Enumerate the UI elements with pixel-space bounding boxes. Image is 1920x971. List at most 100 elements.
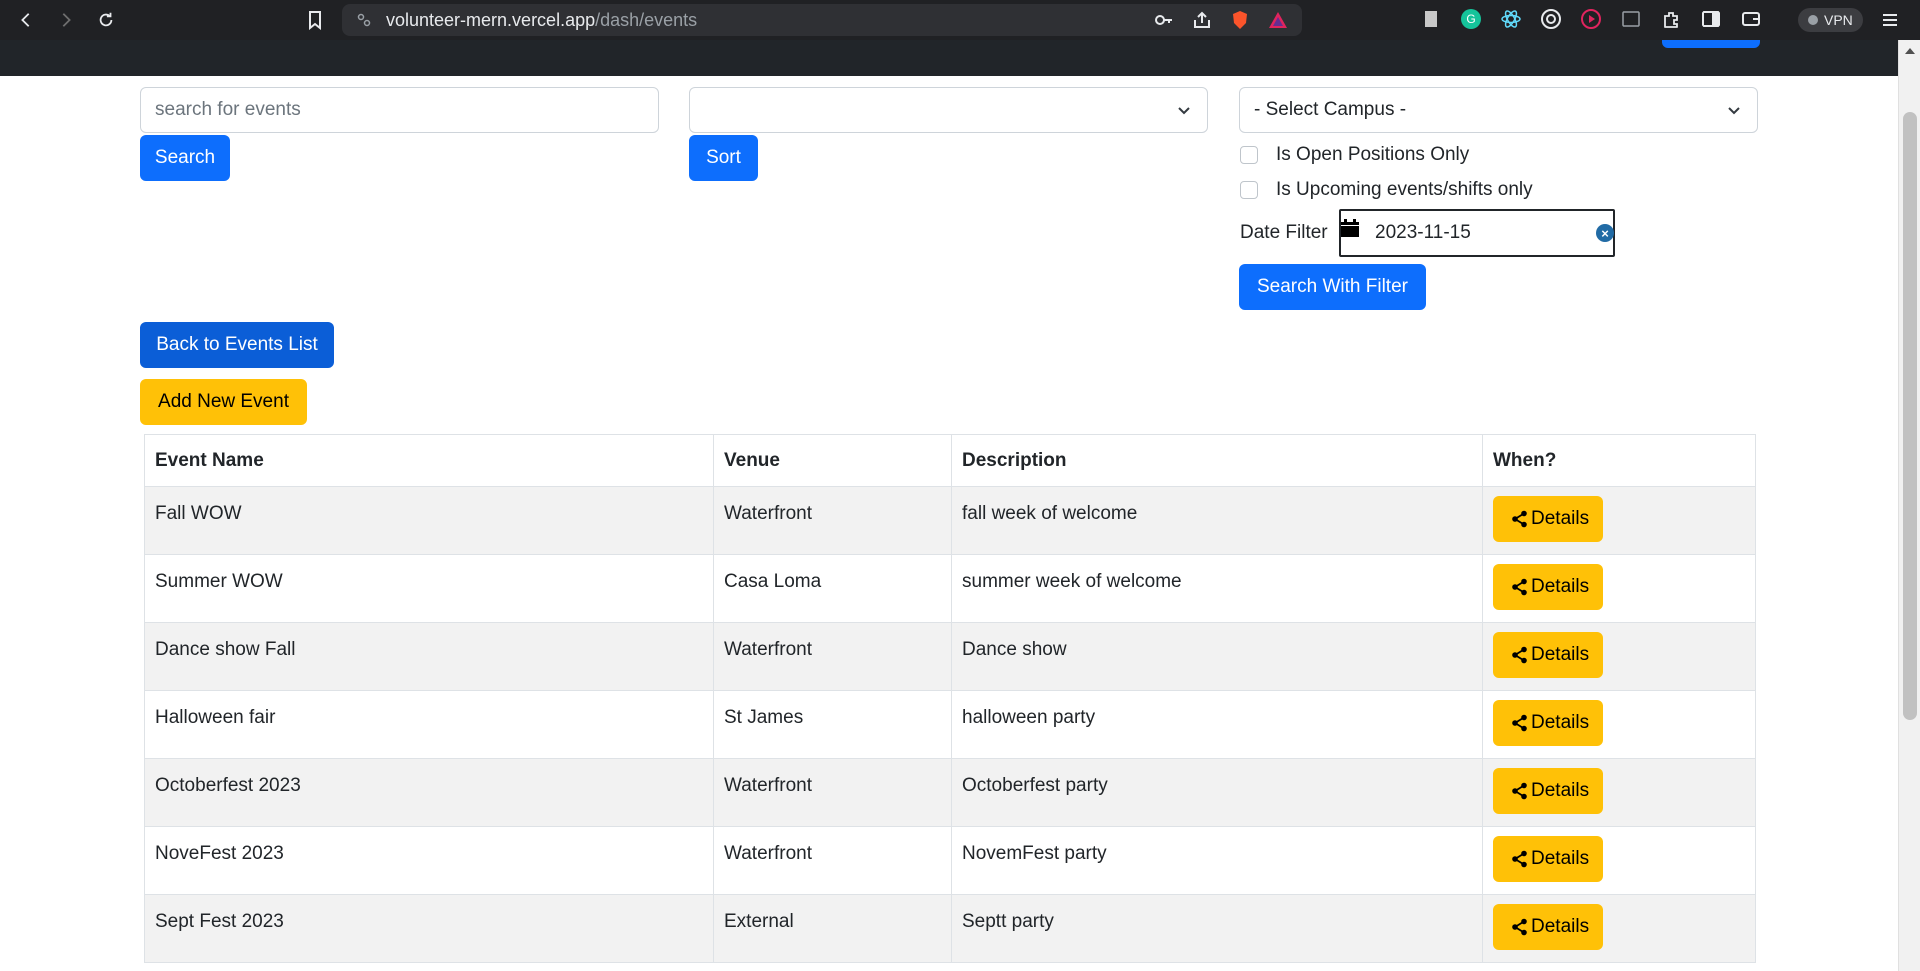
share-icon <box>1512 646 1527 664</box>
target-extension-icon[interactable] <box>1540 8 1562 30</box>
scroll-up-arrow-icon[interactable] <box>1905 48 1915 54</box>
page-scrollbar[interactable] <box>1898 40 1920 971</box>
scrollbar-thumb[interactable] <box>1903 112 1917 720</box>
details-button[interactable]: Details <box>1493 904 1604 950</box>
details-button[interactable]: Details <box>1493 768 1604 814</box>
chevron-down-icon <box>1178 107 1190 115</box>
upcoming-filter[interactable]: Is Upcoming events/shifts only <box>1240 179 1533 201</box>
column-header-when: When? <box>1482 434 1756 487</box>
clear-date-icon[interactable]: × <box>1596 224 1614 242</box>
sort-select[interactable] <box>689 87 1208 133</box>
cell-description: Dance show <box>951 622 1483 691</box>
cell-when: Details <box>1482 826 1756 895</box>
brave-shield-icon[interactable] <box>1230 10 1250 30</box>
share-icon <box>1512 714 1527 732</box>
cell-name: Summer WOW <box>144 554 714 623</box>
video-extension-icon[interactable] <box>1580 8 1602 30</box>
cell-venue: Waterfront <box>713 622 952 691</box>
open-positions-filter[interactable]: Is Open Positions Only <box>1240 144 1469 166</box>
screenshot-extension-icon[interactable] <box>1620 8 1642 30</box>
search-input-field[interactable] <box>155 99 644 121</box>
cell-when: Details <box>1482 554 1756 623</box>
campus-select[interactable]: - Select Campus - <box>1239 87 1758 133</box>
back-to-events-button[interactable]: Back to Events List <box>140 322 334 368</box>
cell-description: NovemFest party <box>951 826 1483 895</box>
menu-icon[interactable] <box>1880 10 1900 30</box>
search-input[interactable] <box>140 87 659 133</box>
details-label: Details <box>1531 780 1590 801</box>
cell-when: Details <box>1482 894 1756 963</box>
table-row: NoveFest 2023 Waterfront NovemFest party De… <box>144 826 1756 895</box>
cell-name: Dance show Fall <box>144 622 714 691</box>
table-row: Dance show Fall Waterfront Dance show Detai… <box>144 622 1756 691</box>
url-host: volunteer-mern.vercel.app <box>386 9 596 30</box>
date-filter-label: Date Filter <box>1240 222 1328 243</box>
cell-venue: Waterfront <box>713 486 952 555</box>
navbar-button[interactable] <box>1662 40 1760 48</box>
cell-description: fall week of welcome <box>951 486 1483 555</box>
site-settings-icon[interactable] <box>356 12 372 28</box>
column-header-event-name: Event Name <box>144 434 714 487</box>
back-nav-icon[interactable] <box>6 0 46 40</box>
cell-when: Details <box>1482 690 1756 759</box>
cell-description: summer week of welcome <box>951 554 1483 623</box>
share-icon <box>1512 850 1527 868</box>
details-button[interactable]: Details <box>1493 700 1604 746</box>
bookmark-icon[interactable] <box>305 10 325 30</box>
calendar-icon[interactable] <box>1340 218 1360 238</box>
cell-description: halloween party <box>951 690 1483 759</box>
date-filter-input[interactable]: 2023-11-15 <box>1339 209 1615 257</box>
details-button[interactable]: Details <box>1493 632 1604 678</box>
sidebar-toggle-icon[interactable] <box>1700 8 1722 30</box>
details-label: Details <box>1531 508 1590 529</box>
brave-rewards-icon[interactable] <box>1268 10 1288 30</box>
column-header-description: Description <box>951 434 1483 487</box>
wallet-icon[interactable] <box>1740 8 1762 30</box>
open-positions-checkbox[interactable] <box>1240 146 1258 164</box>
details-label: Details <box>1531 576 1590 597</box>
upcoming-checkbox[interactable] <box>1240 181 1258 199</box>
document-extension-icon[interactable] <box>1420 8 1442 30</box>
table-row: Summer WOW Casa Loma summer week of welcom… <box>144 554 1756 623</box>
search-with-filter-button[interactable]: Search With Filter <box>1239 264 1426 310</box>
address-bar[interactable]: volunteer-mern.vercel.app/dash/events <box>342 4 1302 36</box>
site-navbar <box>0 40 1898 76</box>
cell-venue: St James <box>713 690 952 759</box>
share-icon <box>1512 510 1527 528</box>
cell-venue: Waterfront <box>713 826 952 895</box>
grammarly-icon[interactable]: G <box>1460 8 1482 30</box>
sort-button[interactable]: Sort <box>689 135 758 181</box>
table-row: Halloween fair St James halloween party Det… <box>144 690 1756 759</box>
share-page-icon[interactable] <box>1192 10 1212 30</box>
cell-when: Details <box>1482 758 1756 827</box>
url-path: /dash/events <box>595 9 698 30</box>
key-icon[interactable] <box>1154 10 1174 30</box>
details-label: Details <box>1531 644 1590 665</box>
details-button[interactable]: Details <box>1493 496 1604 542</box>
vpn-button[interactable]: VPN <box>1798 8 1863 32</box>
add-new-event-button[interactable]: Add New Event <box>140 379 307 425</box>
cell-name: Octoberfest 2023 <box>144 758 714 827</box>
share-icon <box>1512 918 1527 936</box>
date-filter-value: 2023-11-15 <box>1375 222 1471 243</box>
details-button[interactable]: Details <box>1493 836 1604 882</box>
forward-nav-icon[interactable] <box>46 0 86 40</box>
cell-when: Details <box>1482 622 1756 691</box>
details-button[interactable]: Details <box>1493 564 1604 610</box>
cell-description: Octoberfest party <box>951 758 1483 827</box>
cell-name: Fall WOW <box>144 486 714 555</box>
cell-venue: Waterfront <box>713 758 952 827</box>
table-row: Octoberfest 2023 Waterfront Octoberfest pa… <box>144 758 1756 827</box>
extensions-puzzle-icon[interactable] <box>1660 8 1682 30</box>
details-label: Details <box>1531 916 1590 937</box>
share-icon <box>1512 578 1527 596</box>
share-icon <box>1512 782 1527 800</box>
search-button[interactable]: Search <box>140 135 230 181</box>
events-table: Event Name Venue Description When? Fall … <box>144 434 1756 963</box>
open-positions-label: Is Open Positions Only <box>1276 144 1470 165</box>
table-row: Sept Fest 2023 External Septt party Details <box>144 894 1756 963</box>
table-row: Fall WOW Waterfront fall week of welcome De… <box>144 486 1756 555</box>
react-devtools-icon[interactable] <box>1500 8 1522 30</box>
reload-icon[interactable] <box>86 0 126 40</box>
cell-venue: External <box>713 894 952 963</box>
